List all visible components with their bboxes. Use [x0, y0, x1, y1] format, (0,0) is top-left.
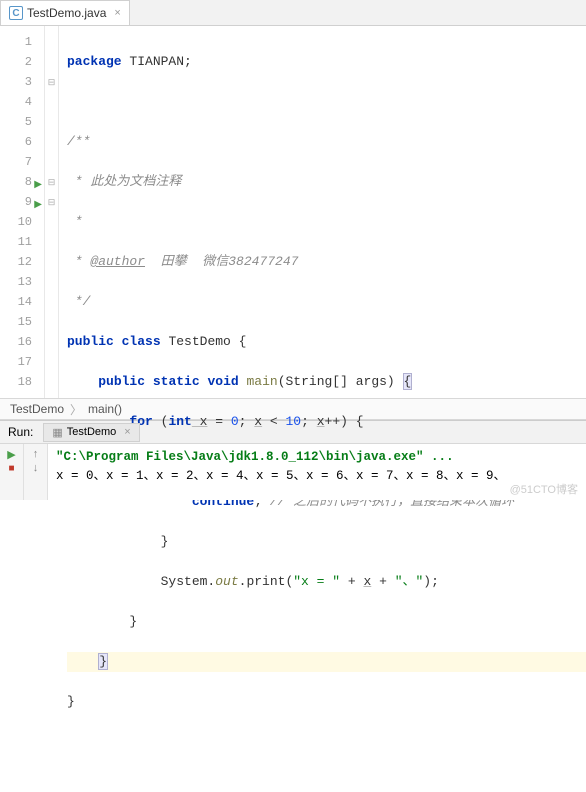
down-icon[interactable]: ↓: [33, 462, 39, 474]
line-number: 10: [0, 212, 32, 232]
line-number: 1: [0, 32, 32, 52]
console-stdout: x = 0、x = 1、x = 2、x = 4、x = 5、x = 6、x = …: [56, 467, 578, 486]
java-class-icon: C: [9, 6, 23, 20]
line-number: 16: [0, 332, 32, 352]
file-tab-name: TestDemo.java: [27, 6, 106, 20]
watermark: @51CTO博客: [510, 481, 578, 497]
up-icon[interactable]: ↑: [33, 448, 39, 460]
run-controls: ▶ ■: [0, 444, 24, 500]
line-number: 2: [0, 52, 32, 72]
run-gutter-icon[interactable]: ▶: [34, 176, 42, 196]
code-area[interactable]: package TIANPAN; /** * 此处为文档注释 * * @auth…: [59, 26, 586, 398]
breadcrumb-class[interactable]: TestDemo: [10, 402, 64, 416]
fold-toggle-icon[interactable]: ⊟: [45, 192, 58, 212]
editor-tab-bar: C TestDemo.java ×: [0, 0, 586, 26]
line-number: 9▶: [0, 192, 32, 212]
line-number: 7: [0, 152, 32, 172]
line-number: 11: [0, 232, 32, 252]
fold-toggle-icon[interactable]: ⊟: [45, 172, 58, 192]
run-gutter-icon[interactable]: ▶: [34, 196, 42, 216]
fold-column: ⊟ ⊟ ⊟: [45, 26, 59, 398]
console-output[interactable]: "C:\Program Files\Java\jdk1.8.0_112\bin\…: [48, 444, 586, 500]
editor: 1 2 3 4 5 6 7 8▶ 9▶ 10 11 12 13 14 15 16…: [0, 26, 586, 398]
rerun-icon[interactable]: ▶: [7, 448, 15, 461]
line-number: 8▶: [0, 172, 32, 192]
chevron-right-icon: 〉: [70, 401, 82, 418]
line-number: 14: [0, 292, 32, 312]
line-number-gutter: 1 2 3 4 5 6 7 8▶ 9▶ 10 11 12 13 14 15 16…: [0, 26, 45, 398]
line-number: 5: [0, 112, 32, 132]
stop-icon[interactable]: ■: [8, 463, 14, 474]
line-number: 17: [0, 352, 32, 372]
console-command: "C:\Program Files\Java\jdk1.8.0_112\bin\…: [56, 448, 578, 467]
close-icon[interactable]: ×: [124, 426, 130, 438]
file-tab[interactable]: C TestDemo.java ×: [0, 0, 130, 25]
breadcrumb-method[interactable]: main(): [88, 402, 122, 416]
line-number: 3: [0, 72, 32, 92]
line-number: 12: [0, 252, 32, 272]
line-number: 15: [0, 312, 32, 332]
line-number: 13: [0, 272, 32, 292]
line-number: 4: [0, 92, 32, 112]
run-label: Run:: [8, 425, 33, 439]
fold-toggle-icon[interactable]: ⊟: [45, 72, 58, 92]
run-controls-2: ↑ ↓: [24, 444, 48, 500]
line-number: 18: [0, 372, 32, 392]
run-tab-icon: ▦: [52, 426, 62, 439]
line-number: 6: [0, 132, 32, 152]
run-config-tab[interactable]: ▦ TestDemo ×: [43, 423, 139, 442]
close-icon[interactable]: ×: [114, 7, 120, 19]
